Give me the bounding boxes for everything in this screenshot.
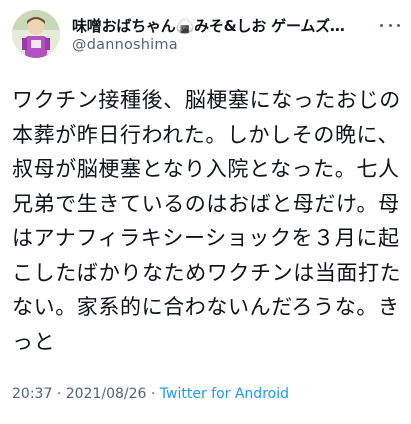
tweet-time[interactable]: 20:37 bbox=[12, 386, 52, 402]
tweet-header: 味噌おばちゃん🍙みそ&しお ゲームズ… @dannoshima bbox=[72, 14, 402, 53]
tweet-source-link[interactable]: Twitter for Android bbox=[160, 386, 289, 402]
more-dot bbox=[380, 23, 383, 27]
avatar[interactable] bbox=[12, 10, 60, 58]
tweet-text: ワクチン接種後、脳梗塞になったおじの本葬が昨日行われた。しかしその晩に、叔母が脳… bbox=[12, 88, 402, 354]
more-dot bbox=[397, 23, 400, 27]
meta-separator: · bbox=[56, 386, 62, 402]
tweet-metadata: 20:37 · 2021/08/26 · Twitter for Android bbox=[12, 386, 289, 402]
name-row: 味噌おばちゃん🍙みそ&しお ゲームズ… bbox=[72, 14, 402, 36]
tweet-date[interactable]: 2021/08/26 bbox=[66, 386, 147, 402]
avatar-image bbox=[12, 10, 60, 58]
tweet-card: 味噌おばちゃん🍙みそ&しお ゲームズ… @dannoshima ワクチン接種後、… bbox=[0, 0, 411, 424]
display-name[interactable]: 味噌おばちゃん🍙みそ&しお ゲームズ… bbox=[72, 15, 345, 36]
more-horizontal-icon[interactable] bbox=[380, 18, 400, 32]
user-handle[interactable]: @dannoshima bbox=[72, 37, 402, 53]
more-dot bbox=[388, 23, 392, 27]
meta-separator: · bbox=[150, 386, 156, 402]
